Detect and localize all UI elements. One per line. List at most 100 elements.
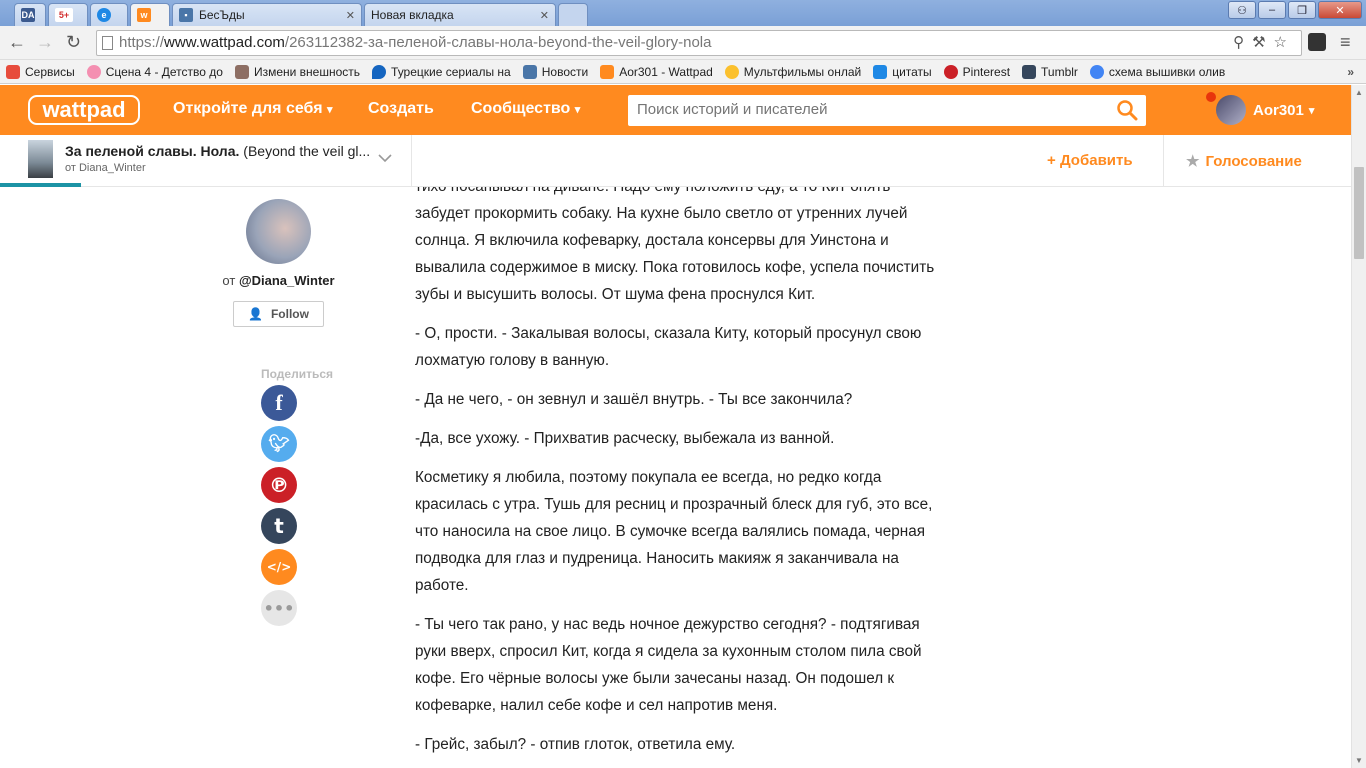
menu-icon[interactable]: ≡ [1340,32,1351,53]
twitter-icon[interactable]: 🐦︎ [261,426,297,462]
bookmark-star-icon[interactable]: ☆ [1274,34,1295,51]
new-tab-button[interactable] [558,3,588,26]
nav-discover[interactable]: Откройте для себя ▾ [173,100,333,118]
tab-wattpad[interactable]: w [130,3,170,26]
story-paragraph: - О, прости. - Закалывая волосы, сказала… [415,325,922,369]
author-link[interactable]: @Diana_Winter [239,273,335,288]
chevron-down-icon[interactable] [376,149,394,167]
more-bookmarks-icon[interactable]: » [1347,65,1354,79]
story-title[interactable]: За пеленой славы. Нола. (Beyond the veil… [65,143,370,159]
vote-button[interactable]: ★ Голосование [1186,152,1302,170]
story-paragraph: тихо посапывал на диване. Надо ему полож… [415,187,935,303]
add-button[interactable]: + Добавить [1047,152,1133,169]
bookmark-item[interactable]: цитаты [873,64,932,79]
bookmark-item[interactable]: Новости [522,64,588,79]
scroll-up-icon[interactable]: ▲ [1355,88,1363,97]
address-bar[interactable]: https://www.wattpad.com/263112382-за-пел… [96,30,1302,56]
bookmark-item[interactable]: Измени внешность [234,64,360,79]
close-tab-icon[interactable]: ✕ [346,9,355,22]
follow-button[interactable]: 👤 Follow [233,301,324,327]
bookmark-item[interactable]: Pinterest [943,64,1011,79]
story-paragraph: -Да, все ухожу. - Прихватив расческу, вы… [415,430,835,447]
plus-icon: + [1047,152,1056,169]
pinterest-icon[interactable]: ℗ [261,467,297,503]
vote-label: Голосование [1205,153,1302,170]
bookmark-item[interactable]: Мультфильмы онлай [724,64,862,79]
author-sidebar: от @Diana_Winter 👤 Follow Поделиться f 🐦︎… [0,187,412,768]
user-menu[interactable]: Aor301 ▾ [1206,92,1315,125]
more-options-icon[interactable]: ••• [261,590,297,626]
nav-community-label: Сообщество [471,100,571,117]
embed-code-icon[interactable]: </> [261,549,297,585]
minimize-icon[interactable]: – [1258,1,1286,19]
window-controls: ⚇ – ❐ ✕ [1228,1,1362,19]
bookmark-item[interactable]: схема вышивки олив [1089,64,1226,79]
search-input[interactable] [628,95,1098,124]
extension-badge-icon[interactable] [1308,33,1326,51]
url-prefix: https:// [119,34,165,51]
bookmark-item[interactable]: Aor301 - Wattpad [600,64,713,79]
makeover-icon [234,64,249,79]
facebook-icon[interactable]: f [261,385,297,421]
chevron-down-icon: ▾ [574,104,581,116]
author-avatar[interactable] [246,199,311,264]
reload-icon[interactable]: ↻ [66,32,81,53]
scrollbar-thumb[interactable] [1354,167,1364,259]
close-window-icon[interactable]: ✕ [1318,1,1362,19]
drop-icon [372,64,387,79]
story-toolbar: За пеленой славы. Нола. (Beyond the veil… [0,135,1351,187]
vk-icon [522,64,537,79]
search-box [628,95,1146,126]
story-paragraph: - Грейс, забыл? - отпив глоток, ответила… [415,736,736,753]
nav-create[interactable]: Создать [368,100,434,118]
bookmark-item[interactable]: Сцена 4 - Детство до [86,64,223,79]
ie-favicon: e [97,8,111,22]
browser-toolbar: ← → ↻ https://www.wattpad.com/263112382-… [0,26,1366,60]
bookmark-label: Сервисы [25,64,75,79]
search-icon[interactable] [1116,99,1138,121]
extension-icon[interactable]: ⚒ [1252,34,1273,51]
tab-five-plus[interactable]: 5+ [48,3,88,26]
bookmark-item[interactable]: Турецкие сериалы на [372,64,511,79]
bookmark-label: Aor301 - Wattpad [619,64,713,79]
tab-da[interactable]: DA [14,3,46,26]
omnibox-tools: ⚲⚒☆ [1233,31,1295,55]
share-label: Поделиться [261,367,334,381]
story-text: тихо посапывал на диване. Надо ему полож… [415,187,935,768]
bookmarks-bar: Сервисы Сцена 4 - Детство до Измени внеш… [0,60,1366,84]
bookmark-label: Pinterest [962,64,1011,79]
bookmark-label: Сцена 4 - Детство до [105,64,223,79]
story-paragraph: - Да не чего, - он зевнул и зашёл внутрь… [415,391,853,408]
tab-vk[interactable]: ▪ БесЪды ✕ [172,3,362,26]
maximize-icon[interactable]: ❐ [1288,1,1316,19]
pinterest-icon [943,64,958,79]
chevron-down-icon: ▾ [327,104,333,116]
site-header: wattpad Откройте для себя ▾ Создать Сооб… [0,85,1351,135]
bookmark-label: схема вышивки олив [1108,64,1226,79]
bookmark-item[interactable]: Tumblr [1022,64,1078,79]
wattpad-logo[interactable]: wattpad [28,95,140,125]
wattpad-favicon: w [137,8,151,22]
tumblr-icon[interactable]: t [261,508,297,544]
bookmark-item[interactable]: Сервисы [6,64,75,79]
back-icon[interactable]: ← [8,32,26,53]
bookmark-label: Мультфильмы онлай [743,64,862,79]
story-title-rest: (Beyond the veil gl... [243,143,371,159]
close-tab-icon[interactable]: ✕ [540,9,549,22]
scroll-down-icon[interactable]: ▼ [1355,756,1363,765]
story-paragraph: Косметику я любила, поэтому покупала ее … [415,469,933,594]
google-icon [1089,64,1104,79]
page-scrollbar[interactable]: ▲ ▼ [1351,85,1366,768]
avatar [1206,92,1246,125]
heart-icon [86,64,101,79]
tab-new[interactable]: Новая вкладка ✕ [364,3,556,26]
chevron-down-icon: ▾ [1308,104,1315,117]
tab-new-label: Новая вкладка [371,8,454,22]
forward-icon[interactable]: → [36,32,54,53]
story-cover[interactable] [28,140,53,178]
user-icon[interactable]: ⚇ [1228,1,1256,19]
tab-ie[interactable]: e [90,3,128,26]
notification-dot [1206,92,1216,102]
zoom-icon[interactable]: ⚲ [1233,34,1252,51]
nav-community[interactable]: Сообщество ▾ [471,100,580,118]
